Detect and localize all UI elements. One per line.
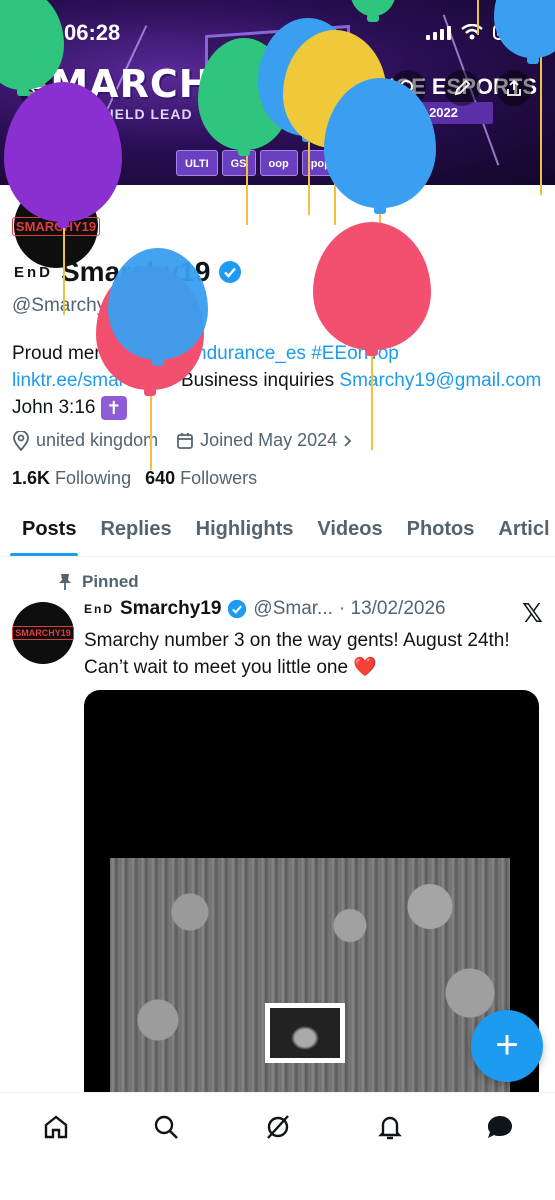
bell-icon [378,1116,402,1140]
pencil-icon [454,79,471,96]
chat-bubble-icon [488,1116,512,1138]
follow-counts: 1.6K Following 640 Followers [12,468,257,489]
followers-link[interactable]: 640 Followers [145,468,257,489]
profile-bio: Proud member of @Endurance_es #EEonTop l… [12,340,542,421]
calendar-icon [177,432,193,449]
bottom-nav [0,1092,555,1200]
nav-home[interactable] [36,1107,76,1147]
location-item: united kingdom [12,430,158,451]
share-button[interactable] [496,70,532,106]
post-text: Smarchy number 3 on the way gents! Augus… [84,630,510,678]
tab-highlights[interactable]: Highlights [184,505,306,556]
post-author-name[interactable]: Smarchy19 [120,598,221,620]
followers-label: Followers [180,468,258,488]
pin-icon [59,574,71,590]
wifi-icon [461,24,483,40]
signal-icon [426,24,451,40]
location-pin-icon [13,430,29,451]
bio-text: Business inquiries [175,370,340,391]
verified-badge-icon [228,599,247,619]
tab-videos[interactable]: Videos [305,505,394,556]
chevron-right-icon [344,434,352,447]
grok-icon [267,1115,289,1139]
balloon-red [313,222,431,356]
nav-notifications[interactable] [370,1107,410,1147]
sponsor-logo: ULTI [176,150,218,176]
status-time: 06:28 [64,20,121,45]
tab-replies[interactable]: Replies [88,505,183,556]
tab-photos[interactable]: Photos [395,505,487,556]
profile-tabs: Posts Replies Highlights Videos Photos A… [0,505,555,557]
post-name-prefix: EnD [84,602,114,616]
edit-button[interactable] [444,70,480,106]
profile-meta: united kingdom Joined May 2024 [12,430,353,451]
bio-text: John 3:16 [12,397,101,418]
nav-chat[interactable] [480,1107,520,1147]
following-link[interactable]: 1.6K Following [12,468,131,489]
tab-articles[interactable]: Articl [486,505,555,556]
post-author-avatar[interactable]: SMARCHY19 [12,602,74,664]
post-date[interactable]: · 13/02/2026 [339,598,446,620]
sponsor-logo: oop [259,150,298,176]
following-count: 1.6K [12,468,51,488]
compose-post-button[interactable]: + [471,1010,543,1082]
ultrasound-photo [110,858,510,1110]
location-text: united kingdom [36,430,159,450]
post-header: EnD Smarchy19 @Smar... · 13/02/2026 [84,598,446,620]
bio-email-link[interactable]: Smarchy19@gmail.com [339,370,541,391]
nav-search[interactable] [146,1107,186,1147]
balloon-blue [108,248,208,366]
tab-posts[interactable]: Posts [0,505,88,556]
post-avatar-logo-text: SMARCHY19 [12,626,74,640]
joined-item[interactable]: Joined May 2024 [176,430,353,451]
balloon-blue [324,78,436,214]
search-icon [154,1115,178,1139]
name-prefix: EnD [14,263,53,281]
home-icon [44,1115,68,1139]
x-logo-icon: 𝕏 [522,598,543,628]
share-icon [507,79,521,96]
nav-grok[interactable] [258,1107,298,1147]
post-author-handle: @Smar... [253,598,333,619]
verified-badge-icon[interactable] [218,260,242,284]
joined-text: Joined May 2024 [200,430,338,450]
pinned-indicator: Pinned [58,572,139,592]
followers-count: 640 [145,468,176,488]
following-label: Following [55,468,132,488]
pinned-label: Pinned [82,572,139,591]
cross-emoji-icon: ✝ [100,395,127,420]
